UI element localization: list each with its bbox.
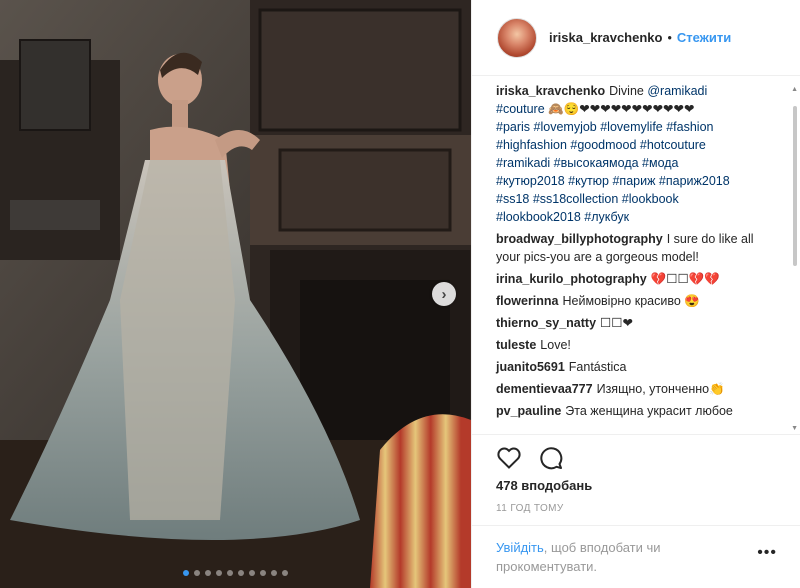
comment-button[interactable] <box>538 445 564 471</box>
comment-item: broadway_billyphotography I sure do like … <box>496 230 776 266</box>
carousel-dot <box>227 570 233 576</box>
post-sidebar: iriska_kravchenko • Стежити iriska_kravc… <box>471 0 800 588</box>
caption-hashtags-line[interactable]: #ss18 #ss18collection #lookbook <box>496 190 776 208</box>
header-separator: • <box>667 30 672 45</box>
likes-count[interactable]: 478 вподобань <box>496 478 592 493</box>
next-photo-button[interactable]: › <box>432 282 456 306</box>
comments-list[interactable]: iriska_kravchenko Divine @ramikadi #coutu… <box>472 76 800 434</box>
carousel-dot <box>249 570 255 576</box>
comment-item: thierno_sy_natty ☐☐❤ <box>496 314 776 332</box>
comment-text: Fantástica <box>568 360 627 374</box>
post-actions <box>472 434 800 474</box>
scrollbar-thumb[interactable] <box>793 106 797 266</box>
carousel-dot <box>183 570 189 576</box>
comment-text: 💔☐☐💔💔 <box>650 272 720 286</box>
caption-mention[interactable]: @ramikadi <box>647 84 707 98</box>
follow-button[interactable]: Стежити <box>677 30 731 45</box>
carousel-dot <box>205 570 211 576</box>
comment-username[interactable]: broadway_billyphotography <box>496 232 663 246</box>
photo-illustration <box>0 0 471 588</box>
carousel-dot <box>216 570 222 576</box>
caption-text: Divine <box>609 84 644 98</box>
comment-item: dementievaa777 Изящно, утонченно👏 <box>496 380 776 398</box>
caption-username[interactable]: iriska_kravchenko <box>496 84 605 98</box>
comment-username[interactable]: juanito5691 <box>496 360 565 374</box>
carousel-dot <box>238 570 244 576</box>
header-username[interactable]: iriska_kravchenko <box>549 30 662 45</box>
comment-text: Изящно, утонченно👏 <box>596 382 725 396</box>
more-options-icon[interactable]: ••• <box>757 544 777 562</box>
caption-emoji: 🙈😌❤❤❤❤❤❤❤❤❤❤❤ <box>548 102 695 116</box>
login-prompt: Увійдіть, щоб вподобати чи прокоментуват… <box>472 525 800 588</box>
comment-text: ☐☐❤ <box>600 316 633 330</box>
comment-item: juanito5691 Fantástica <box>496 358 776 376</box>
comment-item: flowerinna Неймовірно красиво 😍 <box>496 292 776 310</box>
caption-hashtags-line[interactable]: #ramikadi #высокаямода #мода <box>496 154 776 172</box>
login-prompt-text: Увійдіть, щоб вподобати чи прокоментуват… <box>496 538 726 576</box>
carousel-dot <box>260 570 266 576</box>
login-link[interactable]: Увійдіть <box>496 540 544 555</box>
scroll-down-icon[interactable]: ▼ <box>791 425 798 432</box>
caption-hashtags-line[interactable]: #lookbook2018 #лукбук <box>496 208 776 226</box>
comment-username[interactable]: irina_kurilo_photography <box>496 272 647 286</box>
comment-item: irina_kurilo_photography 💔☐☐💔💔 <box>496 270 776 288</box>
comment-icon <box>540 447 563 470</box>
carousel-dot <box>271 570 277 576</box>
avatar[interactable] <box>497 17 537 58</box>
post-photo[interactable]: › <box>0 0 471 588</box>
caption-hashtags-line[interactable]: #кутюр2018 #кутюр #париж #париж2018 <box>496 172 776 190</box>
comment-item: pv_pauline Эта женщина украсит любое <box>496 402 776 420</box>
comment-text: Неймовірно красиво 😍 <box>562 294 700 308</box>
comment-username[interactable]: thierno_sy_natty <box>496 316 596 330</box>
comment-text: Love! <box>540 338 571 352</box>
post-header: iriska_kravchenko • Стежити <box>472 0 800 76</box>
scroll-up-icon[interactable]: ▲ <box>791 86 798 93</box>
chevron-right-icon: › <box>441 285 447 303</box>
comment-text: Эта женщина украсит любое <box>565 404 733 418</box>
carousel-dot <box>282 570 288 576</box>
comment-username[interactable]: flowerinna <box>496 294 559 308</box>
comment-item: tuleste Love! <box>496 336 776 354</box>
carousel-dot <box>194 570 200 576</box>
instagram-post: › iriska_kravchenko • Стежити iriska_kra… <box>0 0 800 588</box>
heart-icon <box>497 447 521 469</box>
comment-username[interactable]: tuleste <box>496 338 536 352</box>
caption-hashtag-couture[interactable]: #couture <box>496 102 545 116</box>
carousel-indicator <box>0 570 471 576</box>
comment-username[interactable]: pv_pauline <box>496 404 561 418</box>
caption-hashtags-line[interactable]: #highfashion #goodmood #hotcouture <box>496 136 776 154</box>
comments-scrollbar[interactable]: ▲ ▼ <box>790 86 800 432</box>
post-timestamp: 11 год тому <box>496 503 564 514</box>
like-button[interactable] <box>496 445 522 471</box>
caption-hashtags-line[interactable]: #paris #lovemyjob #lovemylife #fashion <box>496 118 776 136</box>
comment-username[interactable]: dementievaa777 <box>496 382 593 396</box>
post-caption: iriska_kravchenko Divine @ramikadi #coutu… <box>496 82 776 226</box>
